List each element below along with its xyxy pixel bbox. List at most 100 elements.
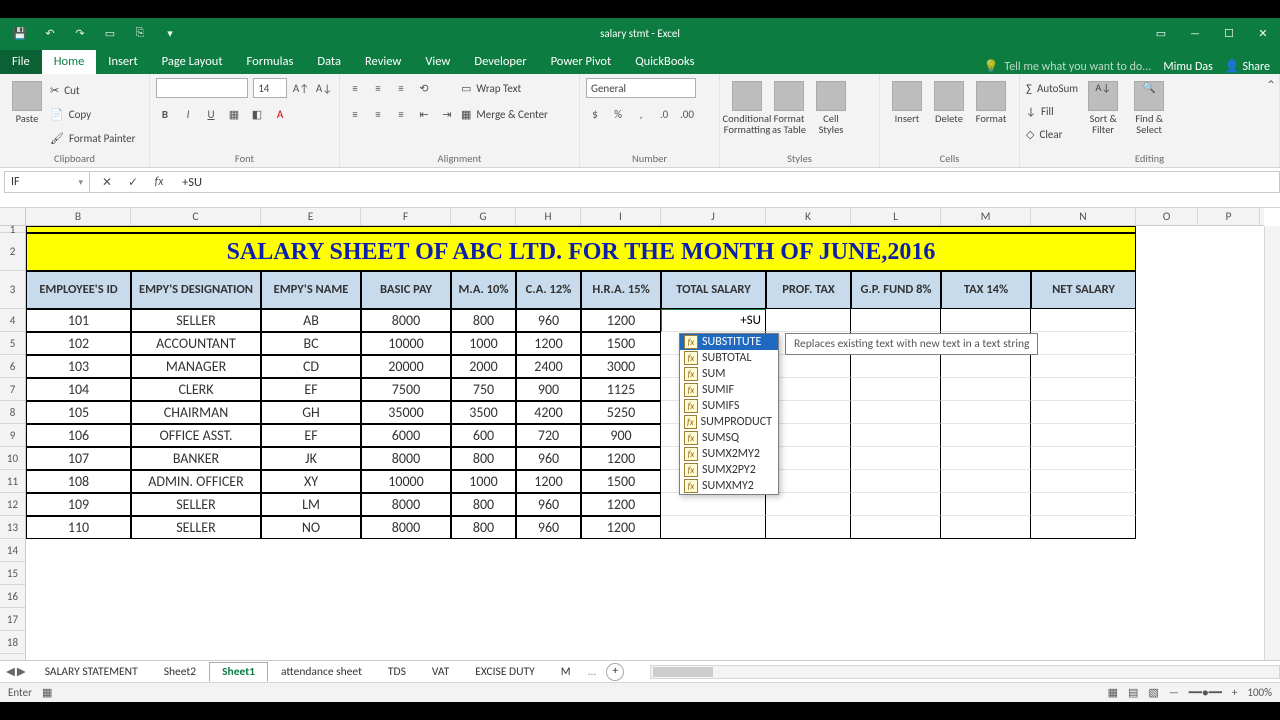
data-cell[interactable]: CLERK	[131, 378, 261, 401]
data-cell[interactable]	[851, 470, 941, 493]
wrap-text-button[interactable]: ▭ Wrap Text	[461, 77, 521, 99]
format-table-button[interactable]: Format as Table	[768, 77, 810, 135]
fx-icon[interactable]: fx	[146, 172, 172, 192]
fill-button[interactable]: ↓ Fill	[1026, 100, 1078, 122]
data-cell[interactable]	[941, 516, 1031, 539]
tab-power-pivot[interactable]: Power Pivot	[539, 50, 624, 74]
ac-item[interactable]: fxSUMIFS	[680, 398, 778, 414]
data-cell[interactable]	[941, 447, 1031, 470]
row-header[interactable]: 12	[0, 493, 25, 516]
data-cell[interactable]: SELLER	[131, 493, 261, 516]
data-cell[interactable]	[1031, 516, 1136, 539]
data-cell[interactable]	[766, 309, 851, 332]
sheet-tab[interactable]: VAT	[419, 662, 462, 682]
data-cell[interactable]	[766, 493, 851, 516]
font-size-input[interactable]: 14	[253, 78, 287, 98]
col-header[interactable]: F	[361, 208, 451, 225]
data-cell[interactable]: 8000	[361, 493, 451, 516]
col-header[interactable]: H	[516, 208, 581, 225]
data-cell[interactable]: JK	[261, 447, 361, 470]
print-icon[interactable]: ⎘	[128, 21, 152, 45]
data-cell[interactable]: 960	[516, 516, 581, 539]
data-cell[interactable]: LM	[261, 493, 361, 516]
data-cell[interactable]: 2000	[451, 355, 516, 378]
zoom-slider[interactable]: ━━●━━	[1189, 686, 1222, 699]
ac-item[interactable]: fxSUMIF	[680, 382, 778, 398]
data-cell[interactable]: EF	[261, 424, 361, 447]
maximize-icon[interactable]: ☐	[1212, 21, 1246, 45]
save-icon[interactable]: 💾	[8, 21, 32, 45]
tab-page-layout[interactable]: Page Layout	[150, 50, 235, 74]
qat-custom-icon[interactable]: ▾	[158, 21, 182, 45]
tab-insert[interactable]: Insert	[96, 50, 149, 74]
data-cell[interactable]: 35000	[361, 401, 451, 424]
row-header[interactable]: 14	[0, 539, 25, 562]
row-header[interactable]: 5	[0, 332, 25, 355]
merge-center-button[interactable]: ▦ Merge & Center	[461, 103, 548, 125]
view-normal-icon[interactable]: ▦	[1108, 686, 1118, 699]
currency-icon[interactable]: $	[586, 105, 604, 123]
comma-icon[interactable]: ,	[632, 105, 650, 123]
data-cell[interactable]: 1200	[581, 493, 661, 516]
data-cell[interactable]: 960	[516, 309, 581, 332]
sheet-tab[interactable]: TDS	[375, 662, 419, 682]
data-cell[interactable]: 106	[26, 424, 131, 447]
row-header[interactable]: 8	[0, 401, 25, 424]
data-cell[interactable]	[1031, 332, 1136, 355]
borders-button[interactable]: ▦	[225, 105, 243, 123]
cancel-formula-icon[interactable]: ✕	[94, 172, 120, 192]
data-cell[interactable]: MANAGER	[131, 355, 261, 378]
data-cell[interactable]: 960	[516, 493, 581, 516]
ac-item[interactable]: fxSUBTOTAL	[680, 350, 778, 366]
data-cell[interactable]: 800	[451, 516, 516, 539]
collapse-ribbon-icon[interactable]: ⌃	[1266, 78, 1276, 93]
view-layout-icon[interactable]: ▤	[1128, 686, 1138, 699]
col-header[interactable]: B	[26, 208, 131, 225]
close-icon[interactable]: ✕	[1246, 21, 1280, 45]
data-cell[interactable]: 10000	[361, 332, 451, 355]
sheet-tab[interactable]: EXCISE DUTY	[462, 662, 547, 682]
data-cell[interactable]: 2400	[516, 355, 581, 378]
data-cell[interactable]	[1031, 309, 1136, 332]
data-cell[interactable]: +SU	[661, 309, 766, 332]
data-cell[interactable]	[851, 355, 941, 378]
data-cell[interactable]: 5250	[581, 401, 661, 424]
data-cell[interactable]: 10000	[361, 470, 451, 493]
data-cell[interactable]	[1031, 470, 1136, 493]
clear-button[interactable]: ◇ Clear	[1026, 123, 1078, 145]
data-cell[interactable]: 800	[451, 447, 516, 470]
data-cell[interactable]: BANKER	[131, 447, 261, 470]
indent-dec-icon[interactable]: ⇤	[415, 105, 433, 123]
col-header[interactable]: N	[1031, 208, 1136, 225]
data-cell[interactable]: CHAIRMAN	[131, 401, 261, 424]
data-cell[interactable]: 1000	[451, 470, 516, 493]
autosum-button[interactable]: ∑ AutoSum	[1026, 77, 1078, 99]
data-cell[interactable]: 900	[516, 378, 581, 401]
data-cell[interactable]: 800	[451, 493, 516, 516]
col-header[interactable]: C	[131, 208, 261, 225]
data-cell[interactable]	[941, 309, 1031, 332]
inc-decimal-icon[interactable]: .0	[655, 105, 673, 123]
data-cell[interactable]	[1031, 493, 1136, 516]
data-cell[interactable]: 109	[26, 493, 131, 516]
row-header[interactable]: 4	[0, 309, 25, 332]
data-cell[interactable]: NO	[261, 516, 361, 539]
data-cell[interactable]	[941, 401, 1031, 424]
row-header[interactable]: 11	[0, 470, 25, 493]
data-cell[interactable]	[661, 493, 766, 516]
row-header[interactable]: 6	[0, 355, 25, 378]
data-cell[interactable]: 102	[26, 332, 131, 355]
data-cell[interactable]: 1500	[581, 332, 661, 355]
row-header[interactable]: 2	[0, 233, 25, 271]
data-cell[interactable]: 110	[26, 516, 131, 539]
col-header[interactable]: K	[766, 208, 851, 225]
data-cell[interactable]	[766, 516, 851, 539]
data-cell[interactable]: 960	[516, 447, 581, 470]
ac-item[interactable]: fxSUMX2PY2	[680, 462, 778, 478]
data-cell[interactable]: SELLER	[131, 516, 261, 539]
data-cell[interactable]	[941, 424, 1031, 447]
data-cell[interactable]: OFFICE ASST.	[131, 424, 261, 447]
data-cell[interactable]: GH	[261, 401, 361, 424]
row-header[interactable]: 16	[0, 585, 25, 608]
data-cell[interactable]	[661, 516, 766, 539]
